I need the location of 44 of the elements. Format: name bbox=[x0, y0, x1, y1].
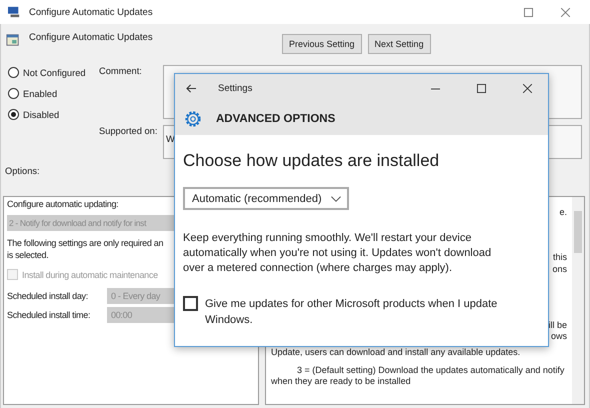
help-text: 3 = (Default setting) Download the updates automatically and notify when they are ready to be installed bbox=[271, 365, 566, 387]
radio-button[interactable] bbox=[8, 109, 19, 120]
supported-on-value: W bbox=[166, 134, 175, 144]
radio-label: Enabled bbox=[23, 88, 58, 98]
minimize-icon[interactable] bbox=[431, 88, 440, 90]
gear-icon bbox=[184, 110, 202, 128]
options-note: The following settings are only required an bbox=[7, 237, 164, 249]
help-text: ill be bbox=[548, 320, 567, 331]
help-text: this bbox=[552, 252, 567, 263]
maximize-icon[interactable] bbox=[524, 8, 533, 16]
schedule-label: Scheduled install day: bbox=[7, 291, 89, 301]
chevron-icon bbox=[331, 196, 341, 202]
nav-button[interactable]: Next Setting bbox=[368, 34, 431, 54]
options-label: Options: bbox=[5, 166, 40, 176]
supported-on-label: Supported on: bbox=[99, 125, 158, 138]
radio-label: Disabled bbox=[23, 110, 60, 120]
help-text: e. bbox=[559, 207, 567, 218]
window-title: Configure Automatic Updates bbox=[29, 6, 153, 18]
close-icon[interactable] bbox=[561, 8, 570, 16]
options-heading: Configure automatic updating: bbox=[7, 199, 118, 209]
setting-title: Configure Automatic Updates bbox=[29, 32, 154, 43]
close-icon[interactable] bbox=[523, 84, 532, 93]
updates-checkbox[interactable] bbox=[183, 296, 198, 311]
settings-title: Settings bbox=[218, 83, 252, 94]
help-text: ows bbox=[550, 331, 567, 342]
maximize-icon[interactable] bbox=[477, 84, 486, 93]
section-title: ADVANCED OPTIONS bbox=[216, 113, 336, 125]
scrollbar[interactable] bbox=[572, 197, 584, 404]
back-icon[interactable] bbox=[186, 84, 197, 93]
schedule-label: Scheduled install time: bbox=[7, 310, 92, 320]
description-text: Keep everything running smoothly. We'll restart your device automatically when you're not using it. Updates won't download over a metered connection (where charges may apply). bbox=[183, 231, 492, 276]
nav-button[interactable]: Previous Setting bbox=[282, 34, 362, 54]
page-heading: Choose how updates are installed bbox=[183, 151, 440, 170]
radio-button[interactable] bbox=[8, 67, 19, 78]
computer-icon bbox=[7, 6, 21, 18]
policy-icon bbox=[6, 33, 20, 47]
comment-label: Comment: bbox=[99, 65, 143, 78]
help-text: ons bbox=[552, 264, 567, 275]
options-note: is selected. bbox=[7, 249, 48, 261]
install-mode-dropdown[interactable]: Automatic (recommended) bbox=[183, 187, 349, 210]
maintenance-label: Install during automatic maintenance bbox=[22, 270, 158, 280]
help-text: Update, users can download and install any available updates. bbox=[271, 347, 522, 358]
radio-button[interactable] bbox=[8, 88, 19, 99]
radio-label: Not Configured bbox=[23, 68, 86, 78]
